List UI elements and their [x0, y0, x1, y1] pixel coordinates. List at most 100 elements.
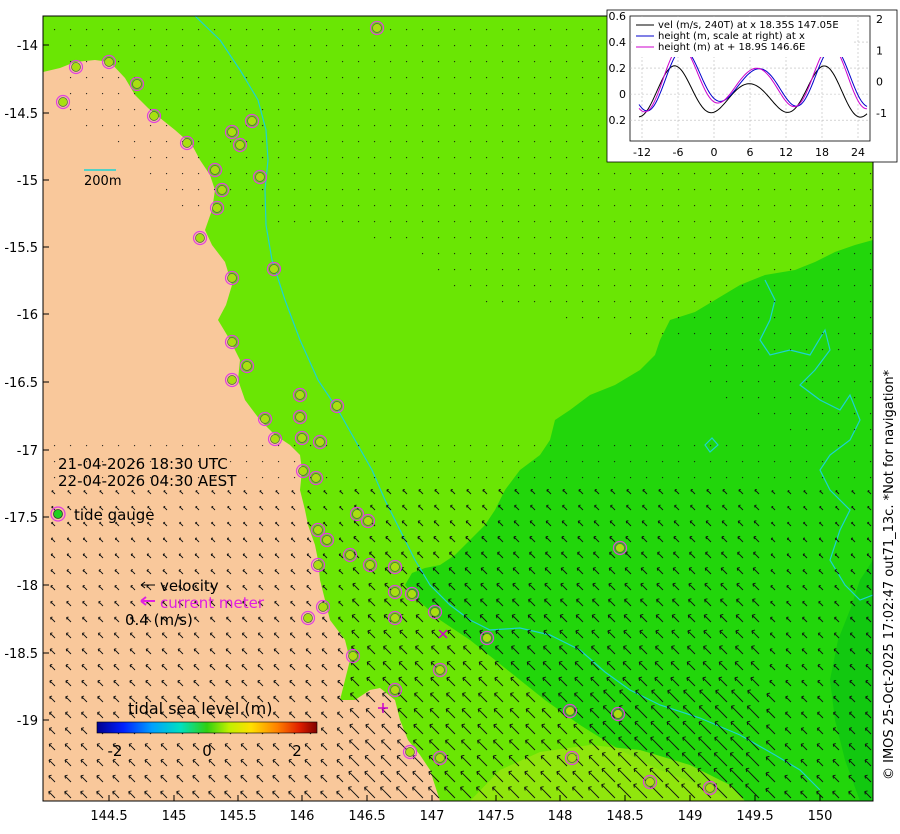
velocity-arrow: [405, 156, 408, 159]
velocity-arrow: [725, 220, 728, 223]
velocity-arrow: [517, 300, 520, 303]
velocity-arrow: [261, 124, 264, 127]
velocity-arrow: [373, 476, 376, 479]
tide-gauge: [360, 513, 376, 529]
velocity-arrow: [517, 156, 520, 159]
velocity-arrow: [693, 268, 696, 271]
velocity-arrow: [757, 300, 760, 303]
velocity-arrow: [421, 172, 424, 175]
velocity-arrow: [821, 268, 824, 271]
velocity-arrow: [101, 444, 104, 447]
lon-tick-label: 145: [162, 809, 187, 824]
tide-gauge: [224, 124, 240, 140]
velocity-arrow: [629, 188, 632, 191]
inset-left-tick: 0.4: [609, 36, 627, 49]
velocity-arrow: [501, 236, 504, 239]
lat-tick-label: -18: [17, 579, 38, 594]
velocity-arrow: [645, 252, 648, 255]
velocity-arrow: [581, 204, 584, 207]
velocity-arrow: [677, 316, 680, 319]
velocity-arrow: [309, 188, 312, 191]
tide-gauge: [427, 604, 443, 620]
velocity-arrow: [661, 444, 664, 447]
velocity-arrow: [213, 156, 216, 159]
velocity-arrow: [453, 140, 456, 143]
velocity-arrow: [325, 172, 328, 175]
velocity-arrow: [501, 220, 504, 223]
velocity-arrow: [485, 268, 488, 271]
tide-gauge: [369, 20, 385, 36]
velocity-arrow: [325, 92, 328, 95]
velocity-arrow: [549, 188, 552, 191]
velocity-arrow: [725, 316, 728, 319]
inset-x-tick: -12: [633, 146, 651, 159]
tide-gauge: [404, 586, 420, 602]
lat-axis: -14 -14.5 -15 -15.5 -16 -16.5 -17 -17.5 -18 -18.5…: [4, 39, 49, 729]
velocity-arrow: [677, 284, 680, 287]
velocity-arrow: [597, 476, 600, 479]
velocity-arrow: [261, 156, 264, 159]
velocity-arrow: [869, 172, 872, 175]
velocity-arrow: [805, 204, 808, 207]
tide-gauge: [402, 744, 418, 760]
velocity-arrow: [693, 300, 696, 303]
velocity-arrow: [421, 156, 424, 159]
velocity-arrow: [469, 108, 472, 111]
velocity-arrow: [261, 92, 264, 95]
velocity-arrow: [837, 220, 840, 223]
velocity-arrow: [517, 92, 520, 95]
velocity-arrow: [437, 220, 440, 223]
velocity-arrow: [821, 252, 824, 255]
velocity-arrow: [517, 220, 520, 223]
velocity-arrow: [405, 44, 408, 47]
velocity-arrow: [469, 28, 472, 31]
velocity-arrow: [821, 188, 824, 191]
velocity-arrow: [805, 332, 808, 335]
velocity-arrow: [549, 28, 552, 31]
velocity-arrow: [725, 380, 728, 383]
velocity-arrow: [565, 108, 568, 111]
velocity-arrow: [853, 316, 856, 319]
velocity-arrow: [453, 220, 456, 223]
velocity-arrow: [821, 316, 824, 319]
velocity-arrow: [357, 156, 360, 159]
velocity-arrow: [805, 188, 808, 191]
velocity-arrow: [693, 220, 696, 223]
velocity-arrow: [373, 220, 376, 223]
velocity-arrow: [725, 236, 728, 239]
velocity-arrow: [245, 188, 248, 191]
velocity-arrow: [757, 316, 760, 319]
velocity-arrow: [549, 108, 552, 111]
velocity-arrow: [869, 284, 872, 287]
velocity-arrow: [261, 108, 264, 111]
tide-gauge: [479, 630, 495, 646]
velocity-arrow: [293, 204, 296, 207]
velocity-arrow: [373, 60, 376, 63]
velocity-arrow: [757, 332, 760, 335]
velocity-arrow: [85, 44, 88, 47]
velocity-arrow: [757, 412, 760, 415]
velocity-arrow: [853, 220, 856, 223]
velocity-arrow: [325, 76, 328, 79]
velocity-arrow: [389, 108, 392, 111]
velocity-arrow: [517, 188, 520, 191]
velocity-arrow: [309, 444, 312, 447]
velocity-arrow: [853, 300, 856, 303]
velocity-arrow: [421, 28, 424, 31]
velocity-arrow: [357, 76, 360, 79]
colorbar-gradient: [96, 721, 318, 734]
velocity-arrow: [789, 300, 792, 303]
velocity-arrow: [501, 60, 504, 63]
velocity-arrow: [629, 444, 632, 447]
velocity-arrow: [693, 332, 696, 335]
velocity-arrow: [549, 476, 552, 479]
velocity-arrow: [309, 140, 312, 143]
velocity-arrow: [805, 252, 808, 255]
velocity-arrow: [325, 140, 328, 143]
velocity-arrow: [405, 460, 408, 463]
velocity-arrow: [469, 92, 472, 95]
velocity-arrow: [597, 284, 600, 287]
velocity-arrow: [565, 140, 568, 143]
velocity-arrow: [421, 124, 424, 127]
velocity-arrow: [149, 172, 152, 175]
